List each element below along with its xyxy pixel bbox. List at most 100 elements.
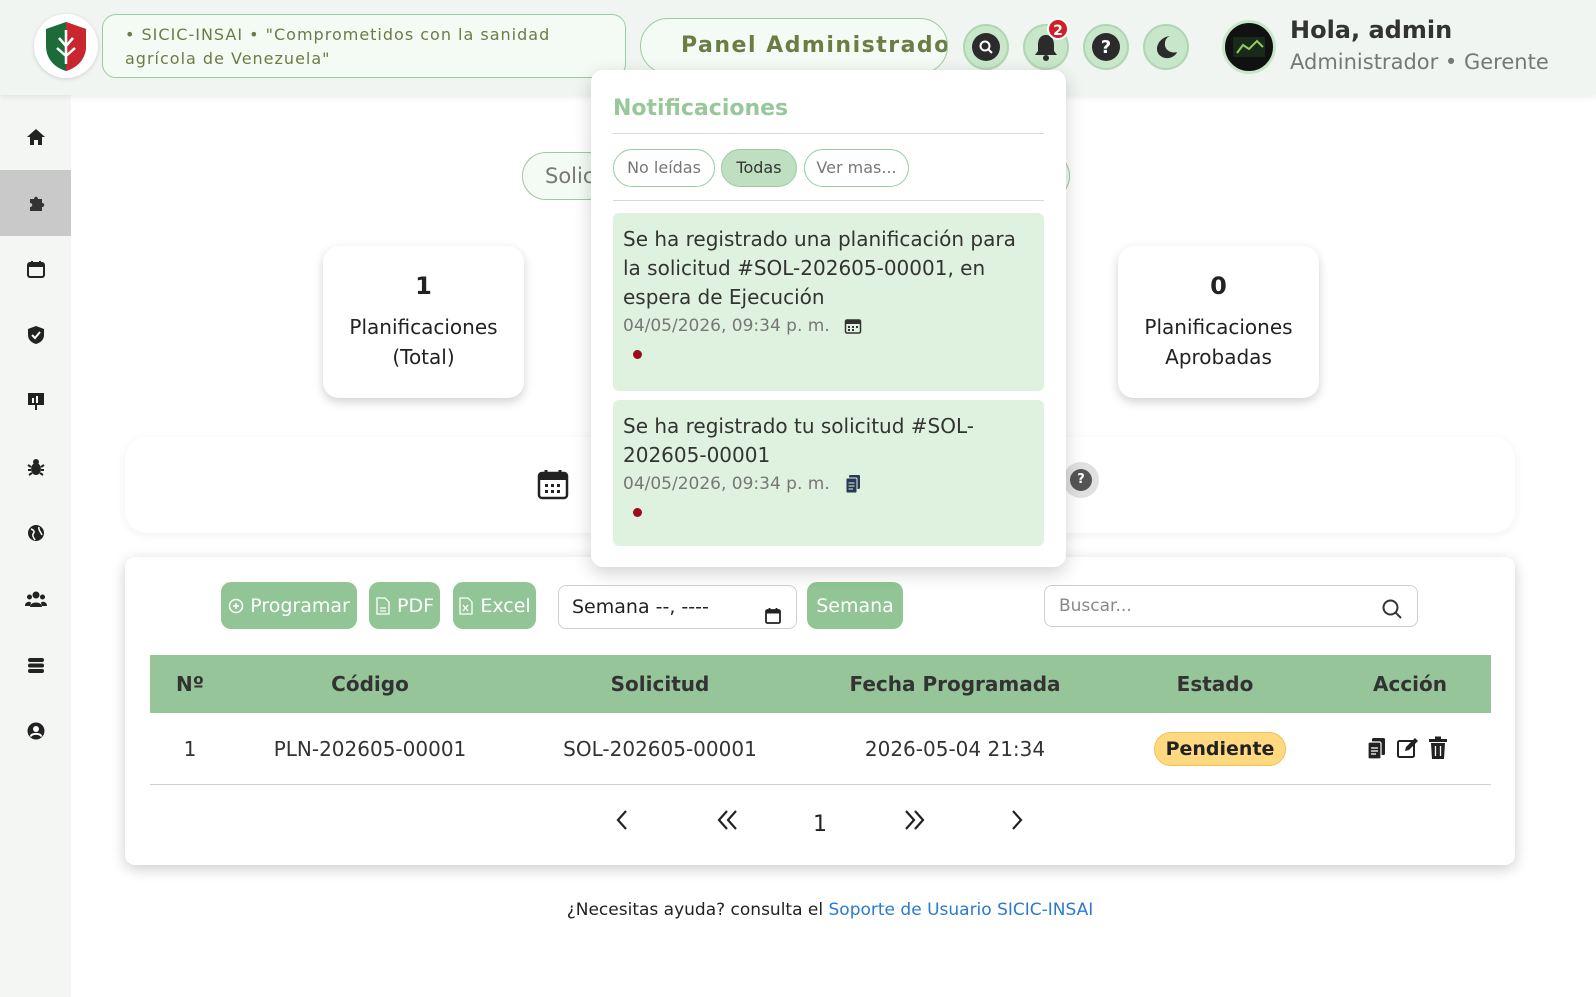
- cell-number: 1: [183, 737, 197, 761]
- search-button[interactable]: [963, 24, 1009, 70]
- sidebar: [0, 95, 71, 997]
- sidebar-item-security[interactable]: [0, 302, 71, 368]
- avatar[interactable]: [1222, 20, 1276, 74]
- panel-title: Panel Administrador: [640, 18, 948, 74]
- search-input[interactable]: Buscar...: [1044, 585, 1418, 627]
- program-button-label: Programar: [250, 594, 350, 617]
- notification-item[interactable]: Se ha registrado una planificación para …: [613, 213, 1044, 391]
- sidebar-item-reports[interactable]: [0, 368, 71, 434]
- cell-date: 2026-05-04 21:34: [864, 737, 1046, 761]
- shield-icon: [27, 326, 44, 344]
- notifications-title: Notificaciones: [613, 96, 789, 121]
- row-actions: [1366, 736, 1448, 764]
- pdf-file-icon: [376, 596, 390, 615]
- divider: [613, 200, 1044, 201]
- column-header-status[interactable]: Estado: [1100, 655, 1330, 713]
- week-filter-button-label: Semana: [816, 594, 894, 617]
- double-chevron-right-icon: [905, 810, 925, 830]
- bug-icon: [26, 459, 45, 476]
- week-picker-value: Semana --, ----: [572, 596, 709, 618]
- puzzle-icon: [29, 196, 44, 211]
- edit-icon[interactable]: [1396, 736, 1420, 764]
- stat-label-line1: Planificaciones: [1144, 315, 1293, 339]
- presentation-icon: [27, 393, 44, 410]
- excel-button[interactable]: Excel: [453, 582, 536, 629]
- stat-label: Planificaciones Aprobadas: [1118, 312, 1319, 372]
- database-icon: [27, 658, 44, 673]
- plus-circle-icon: [228, 598, 244, 613]
- unread-dot: [633, 350, 642, 359]
- notification-message: Se ha registrado una planificación para …: [623, 227, 1016, 309]
- column-header-number[interactable]: Nº: [150, 655, 230, 713]
- calendar-icon[interactable]: [537, 468, 569, 504]
- search-placeholder: Buscar...: [1059, 596, 1132, 616]
- slogan-banner: • SICIC-INSAI • "Comprometidos con la sa…: [102, 14, 626, 78]
- home-icon: [26, 129, 45, 145]
- notification-message: Se ha registrado tu solicitud #SOL-20260…: [623, 414, 974, 467]
- greeting: Hola, admin: [1290, 16, 1453, 44]
- last-page-button[interactable]: [898, 808, 930, 842]
- sidebar-item-globe[interactable]: [0, 500, 71, 566]
- current-page[interactable]: 1: [804, 808, 836, 842]
- stat-label-line1: Planificaciones: [349, 315, 498, 339]
- cell-request: SOL-202605-00001: [563, 737, 757, 761]
- trash-icon[interactable]: [1428, 736, 1448, 764]
- tab-all[interactable]: Todas: [721, 149, 797, 187]
- program-button[interactable]: Programar: [221, 582, 357, 629]
- sidebar-item-users[interactable]: [0, 566, 71, 632]
- sidebar-item-home[interactable]: [0, 104, 71, 170]
- help-button-small[interactable]: ?: [1063, 462, 1099, 498]
- column-header-request[interactable]: Solicitud: [510, 655, 810, 713]
- notifications-button[interactable]: 2: [1023, 18, 1069, 70]
- help-button[interactable]: ?: [1083, 24, 1129, 70]
- calendar-icon: [844, 319, 861, 334]
- notification-date: 04/05/2026, 09:34 p. m.: [623, 474, 830, 494]
- first-page-button[interactable]: [712, 808, 744, 842]
- footer-text: ¿Necesitas ayuda? consulta el: [566, 900, 824, 920]
- tab-unread[interactable]: No leídas: [613, 149, 715, 187]
- pdf-button-label: PDF: [396, 594, 435, 617]
- help-icon: ?: [1070, 469, 1092, 491]
- notification-meta: 04/05/2026, 09:34 p. m.: [623, 316, 1034, 336]
- notification-meta: 04/05/2026, 09:34 p. m.: [623, 474, 1034, 494]
- table-row: 1 PLN-202605-00001 SOL-202605-00001 2026…: [150, 713, 1491, 785]
- stat-label: Planificaciones (Total): [323, 312, 524, 372]
- stat-label-line2: (Total): [392, 345, 455, 369]
- tab-see-more[interactable]: Ver mas...: [804, 149, 909, 187]
- week-picker-input[interactable]: Semana --, ----: [558, 585, 797, 629]
- moon-icon: [1157, 36, 1177, 59]
- divider: [613, 133, 1044, 134]
- stat-card-total: 1 Planificaciones (Total): [323, 246, 524, 398]
- excel-button-label: Excel: [480, 594, 531, 617]
- search-icon: [972, 33, 1000, 61]
- chevron-left-icon: [616, 810, 627, 830]
- insai-logo[interactable]: [34, 14, 98, 78]
- search-icon[interactable]: [1381, 595, 1403, 635]
- unread-dot: [633, 508, 642, 517]
- column-header-action: Acción: [1372, 672, 1448, 696]
- user-circle-icon: [27, 722, 44, 740]
- globe-icon: [27, 525, 44, 541]
- users-icon: [24, 591, 47, 607]
- pdf-button[interactable]: PDF: [369, 582, 440, 629]
- sidebar-item-profile[interactable]: [0, 698, 71, 764]
- notifications-dropdown: Notificaciones No leídas Todas Ver mas..…: [591, 70, 1066, 567]
- calendar-icon[interactable]: [764, 598, 782, 640]
- sidebar-item-pests[interactable]: [0, 434, 71, 500]
- prev-page-button[interactable]: [606, 808, 638, 842]
- column-header-code[interactable]: Código: [230, 655, 510, 713]
- next-page-button[interactable]: [1001, 808, 1033, 842]
- clipboard-icon[interactable]: [1366, 736, 1388, 764]
- sidebar-item-planning[interactable]: [0, 170, 71, 236]
- sidebar-item-calendar[interactable]: [0, 236, 71, 302]
- notification-item[interactable]: Se ha registrado tu solicitud #SOL-20260…: [613, 400, 1044, 546]
- column-header-date[interactable]: Fecha Programada: [810, 655, 1100, 713]
- help-icon: ?: [1092, 33, 1120, 61]
- user-role: Administrador • Gerente: [1290, 50, 1549, 74]
- week-filter-button[interactable]: Semana: [807, 582, 903, 629]
- chevron-right-icon: [1012, 810, 1023, 830]
- dark-mode-toggle[interactable]: [1143, 24, 1189, 70]
- support-link[interactable]: Soporte de Usuario SICIC-INSAI: [829, 900, 1094, 920]
- stat-value: 1: [415, 272, 432, 300]
- sidebar-item-database[interactable]: [0, 632, 71, 698]
